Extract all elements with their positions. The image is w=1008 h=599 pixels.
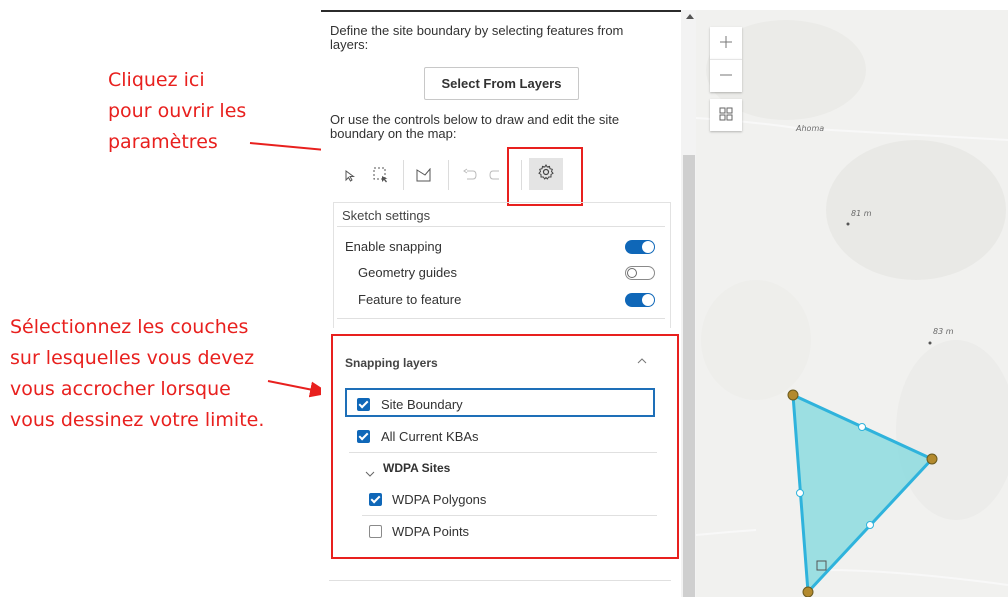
intro-text: Define the site boundary by selecting fe… [330, 24, 623, 52]
midpoint-handle[interactable] [796, 489, 804, 497]
geometry-guides-label: Geometry guides [358, 265, 457, 280]
feature-to-feature-label: Feature to feature [358, 292, 462, 307]
vertex-handle[interactable] [802, 586, 814, 597]
midpoint-handle[interactable] [858, 423, 866, 431]
intro-text-line-2: layers: [330, 37, 369, 52]
redo-icon[interactable] [489, 168, 503, 185]
enable-snapping-label: Enable snapping [345, 239, 442, 254]
site-boundary-polygon[interactable] [696, 10, 1008, 597]
enable-snapping-toggle[interactable] [625, 240, 655, 254]
feature-to-feature-toggle[interactable] [625, 293, 655, 307]
polygon-icon[interactable] [416, 167, 432, 185]
vertex-handle[interactable] [787, 389, 799, 401]
select-from-layers-button[interactable]: Select From Layers [424, 67, 579, 100]
select-arrow-icon[interactable] [345, 170, 356, 185]
draw-text-line-2: boundary on the map: [330, 126, 457, 141]
toolbar-divider [448, 160, 449, 190]
toolbar-divider [403, 160, 404, 190]
geometry-guides-toggle[interactable] [625, 266, 655, 280]
panel-bottom-divider [329, 580, 671, 581]
intro-text-line-1: Define the site boundary by selecting fe… [330, 23, 624, 38]
sketch-settings-title: Sketch settings [342, 208, 431, 223]
snapping-layers-highlight-box [331, 334, 679, 559]
settings-bottom-divider [337, 318, 665, 319]
settings-highlight-box [507, 147, 583, 206]
draw-instructions: Or use the controls below to draw and ed… [330, 113, 619, 141]
rectangle-select-icon[interactable] [373, 167, 389, 186]
vertex-handle[interactable] [926, 453, 938, 465]
settings-title-divider [337, 226, 665, 227]
snapping-arrow [267, 380, 330, 398]
scrollbar-thumb[interactable] [683, 155, 695, 597]
undo-icon[interactable] [463, 168, 477, 185]
midpoint-handle[interactable] [866, 521, 874, 529]
settings-top-border [333, 202, 670, 203]
draw-text-line-1: Or use the controls below to draw and ed… [330, 112, 620, 127]
scroll-up-arrow-icon[interactable] [686, 14, 694, 19]
